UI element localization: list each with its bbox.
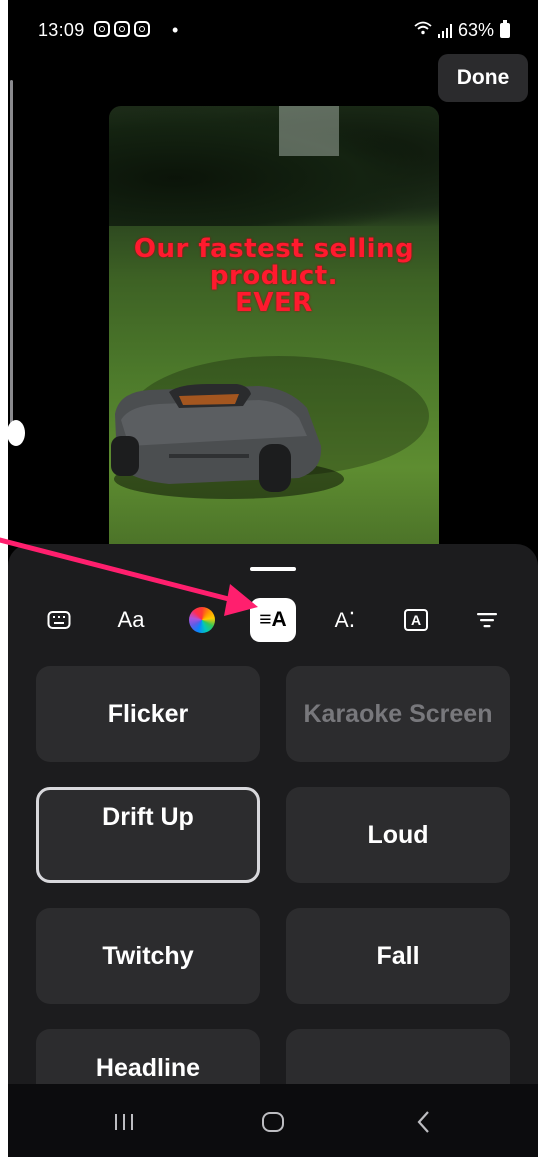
instagram-icon (114, 21, 130, 37)
effect-drift-up[interactable]: Drift Up (36, 787, 260, 883)
phone-screen: 13:09 • 63% Done Our fastest selling pro… (8, 0, 538, 1157)
effect-label: Headline (95, 1054, 201, 1082)
android-nav-bar (8, 1084, 538, 1157)
text-toolbar: Aa ≡A A⁚ A (8, 598, 538, 644)
text-size-slider-thumb[interactable] (8, 420, 25, 446)
font-style-label: Aa (117, 607, 145, 632)
battery-icon (500, 20, 510, 38)
status-time: 13:09 (38, 20, 85, 40)
caption-line-3: EVER (235, 288, 313, 318)
text-size-slider[interactable] (8, 80, 25, 446)
wifi-icon (414, 21, 432, 40)
status-right: 63% (414, 20, 510, 41)
text-tools-sheet: Aa ≡A A⁚ A Flicker Karaoke Screen Drift … (8, 544, 538, 1084)
effect-flicker[interactable]: Flicker (36, 666, 260, 762)
text-background-label: A (404, 609, 428, 631)
status-dot: • (172, 20, 179, 40)
effect-twitchy[interactable]: Twitchy (36, 908, 260, 1004)
text-animation-label: ≡A (259, 608, 287, 631)
alignment-icon[interactable] (464, 598, 510, 642)
story-caption[interactable]: Our fastest selling product. EVER (109, 236, 439, 317)
robotic-mower-image (111, 384, 344, 499)
effect-label: Karaoke Screen (303, 699, 493, 728)
caption-line-1: Our fastest selling (133, 234, 415, 264)
effect-fall[interactable]: Fall (286, 908, 510, 1004)
recent-apps-icon[interactable] (104, 1102, 144, 1142)
effect-label: Drift Up (102, 802, 194, 831)
effect-label: Loud (367, 820, 429, 849)
status-bar: 13:09 • 63% (8, 0, 538, 60)
background-sky (279, 106, 339, 156)
effect-label: Flicker (107, 699, 189, 728)
sheet-drag-handle[interactable] (250, 567, 296, 571)
text-animation-button[interactable]: ≡A (250, 598, 296, 642)
text-effects-button[interactable]: A⁚ (322, 598, 368, 642)
effect-label: Fall (376, 941, 420, 970)
background-trees (109, 106, 439, 226)
home-icon[interactable] (253, 1102, 293, 1142)
story-preview: Our fastest selling product. EVER (109, 106, 439, 558)
effect-unnamed[interactable] (286, 1029, 510, 1084)
notification-icons (94, 21, 150, 37)
caption-line-2: product. (209, 261, 339, 291)
back-icon[interactable] (404, 1102, 444, 1142)
battery-percent: 63% (457, 20, 494, 40)
text-effects-label: A⁚ (334, 608, 356, 632)
color-picker-button[interactable] (179, 598, 225, 642)
color-picker-icon (189, 607, 215, 633)
text-background-button[interactable]: A (393, 598, 439, 642)
effect-label: Twitchy (102, 941, 194, 970)
effect-loud[interactable]: Loud (286, 787, 510, 883)
effect-karaoke-screen[interactable]: Karaoke Screen (286, 666, 510, 762)
signal-icon (437, 23, 452, 38)
font-style-button[interactable]: Aa (108, 598, 154, 642)
instagram-icon (94, 21, 110, 37)
effect-headline[interactable]: Headline (36, 1029, 260, 1084)
keyboard-icon[interactable] (36, 598, 82, 642)
instagram-icon (134, 21, 150, 37)
done-button[interactable]: Done (438, 54, 528, 102)
